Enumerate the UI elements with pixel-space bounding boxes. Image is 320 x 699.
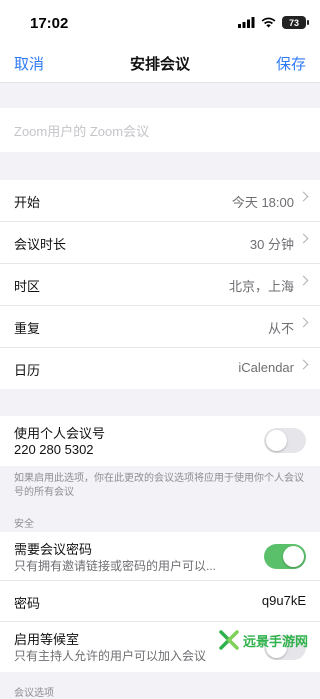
meeting-topic-input[interactable]: Zoom用户的 Zoom会议 bbox=[0, 108, 320, 152]
chevron-right-icon bbox=[298, 359, 309, 370]
waiting-room-title: 启用等候室 bbox=[14, 632, 80, 647]
personal-meeting-id-note: 如果启用此选项，你在此更改的会议选项将应用于使用你个人会议号的所有会议 bbox=[14, 473, 304, 498]
schedule-group: 开始 今天 18:00 会议时长 30 分钟 时区 北京，上海 重复 从不 日历… bbox=[0, 180, 320, 389]
time-zone-value: 北京，上海 bbox=[228, 279, 294, 294]
repeat-label: 重复 bbox=[14, 321, 41, 336]
battery-icon: 73 bbox=[282, 16, 309, 29]
personal-meeting-id-number: 220 280 5302 bbox=[14, 442, 94, 457]
passcode-value: q9u7kE bbox=[261, 593, 306, 608]
chevron-right-icon bbox=[298, 317, 309, 328]
calendar-value: iCalendar bbox=[238, 360, 294, 375]
meeting-topic-placeholder: Zoom用户的 Zoom会议 bbox=[14, 124, 150, 139]
time-zone-row[interactable]: 时区 北京，上海 bbox=[0, 264, 320, 306]
repeat-row[interactable]: 重复 从不 bbox=[0, 306, 320, 348]
repeat-value: 从不 bbox=[267, 321, 294, 336]
chevron-right-icon bbox=[298, 275, 309, 286]
watermark-logo-icon bbox=[219, 630, 239, 650]
save-button[interactable]: 保存 bbox=[276, 53, 306, 74]
calendar-label: 日历 bbox=[14, 363, 41, 378]
watermark-text: 远景手游网 bbox=[243, 633, 309, 649]
require-passcode-subtitle: 只有拥有邀请链接或密码的用户可以... bbox=[14, 559, 217, 573]
meeting-options-section-header: 会议选项 bbox=[14, 688, 54, 699]
passcode-label: 密码 bbox=[14, 596, 41, 611]
calendar-row[interactable]: 日历 iCalendar bbox=[0, 348, 320, 389]
signal-icon bbox=[238, 17, 255, 28]
personal-meeting-id-row: 使用个人会议号 220 280 5302 bbox=[0, 416, 320, 466]
duration-row[interactable]: 会议时长 30 分钟 bbox=[0, 222, 320, 264]
start-time-row[interactable]: 开始 今天 18:00 bbox=[0, 180, 320, 222]
time-zone-label: 时区 bbox=[14, 279, 41, 294]
status-icons: 73 bbox=[238, 16, 309, 29]
personal-meeting-id-label: 使用个人会议号 bbox=[14, 426, 106, 441]
duration-label: 会议时长 bbox=[14, 237, 67, 252]
chevron-right-icon bbox=[298, 191, 309, 202]
start-time-label: 开始 bbox=[14, 195, 41, 210]
nav-bar: 取消 安排会议 保存 bbox=[0, 44, 320, 83]
security-section-header: 安全 bbox=[14, 519, 34, 530]
toggle-knob bbox=[266, 430, 287, 451]
personal-meeting-id-toggle[interactable] bbox=[264, 428, 306, 453]
status-time: 17:02 bbox=[30, 15, 69, 32]
wifi-icon bbox=[261, 17, 276, 28]
require-passcode-title: 需要会议密码 bbox=[14, 542, 93, 557]
require-passcode-toggle[interactable] bbox=[264, 544, 306, 569]
battery-level: 73 bbox=[288, 17, 299, 28]
status-bar: 17:02 73 bbox=[0, 0, 320, 44]
require-passcode-row: 需要会议密码 只有拥有邀请链接或密码的用户可以... bbox=[0, 532, 320, 581]
chevron-right-icon bbox=[298, 233, 309, 244]
waiting-room-subtitle: 只有主持人允许的用户可以加入会议 bbox=[14, 649, 207, 663]
watermark: 远景手游网 bbox=[218, 626, 314, 654]
toggle-knob bbox=[283, 546, 304, 567]
passcode-row[interactable]: 密码 q9u7kE bbox=[0, 581, 320, 622]
start-time-value: 今天 18:00 bbox=[231, 195, 294, 210]
duration-value: 30 分钟 bbox=[249, 237, 294, 252]
page-title: 安排会议 bbox=[129, 56, 190, 73]
